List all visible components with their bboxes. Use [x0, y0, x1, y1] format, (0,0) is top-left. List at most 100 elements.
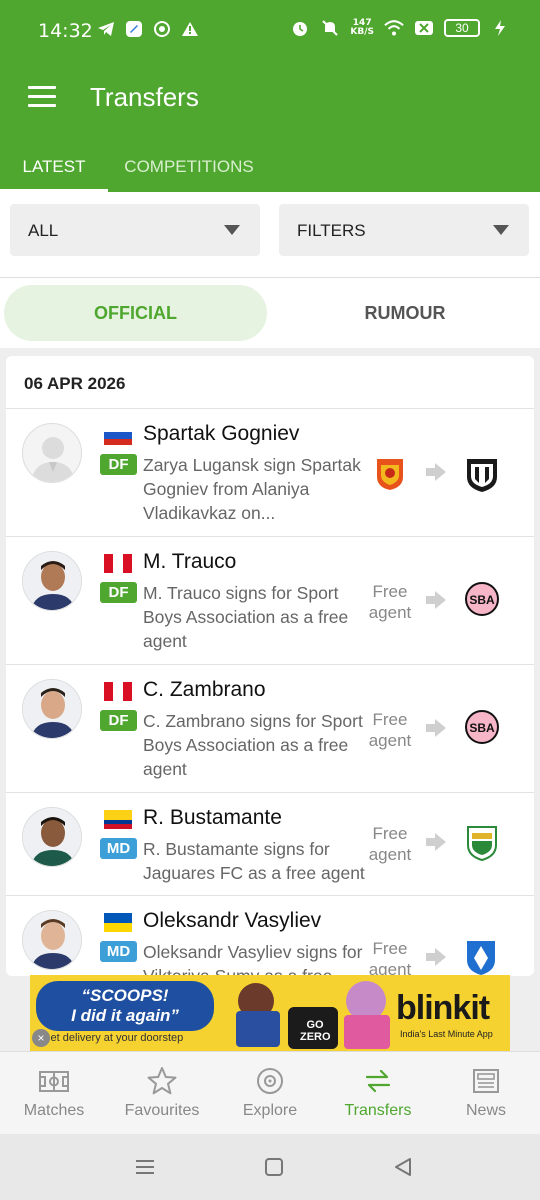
- battery-indicator: 30: [444, 19, 480, 37]
- newspaper-icon: [471, 1066, 501, 1096]
- recents-menu-icon[interactable]: [134, 1156, 156, 1178]
- nav-label: Matches: [23, 1102, 85, 1119]
- compass-icon: [255, 1066, 285, 1096]
- player-name: R. Bustamante: [143, 806, 282, 829]
- peru-flag-icon: [104, 554, 132, 573]
- transfer-row[interactable]: Spartak Gogniev DF Zarya Lugansk sign Sp…: [6, 408, 534, 536]
- app-header: 14:32 147 KB/S 30 Transfers LATEST COMPE…: [0, 0, 540, 192]
- star-icon: [147, 1066, 177, 1096]
- jaguares-fc-crest-icon: [464, 823, 504, 863]
- transfer-row[interactable]: R. Bustamante MD R. Bustamante signs for…: [6, 792, 534, 895]
- player-name: Oleksandr Vasyliev: [143, 909, 322, 932]
- scope-dropdown[interactable]: ALL: [10, 204, 260, 256]
- from-club-label: Free agent: [368, 710, 412, 750]
- svg-text:SBA: SBA: [469, 721, 495, 735]
- tab-bar: LATEST COMPETITIONS: [0, 142, 540, 192]
- nav-explore[interactable]: Explore: [216, 1052, 324, 1135]
- transfer-arrow-icon: [426, 718, 446, 738]
- nav-news[interactable]: News: [432, 1052, 540, 1135]
- from-club-label: Free agent: [368, 824, 412, 864]
- blinkit-tagline: India's Last Minute App: [400, 1029, 493, 1039]
- position-badge: DF: [100, 582, 137, 603]
- transfer-row[interactable]: Oleksandr Vasyliev MD Oleksandr Vasyliev…: [6, 895, 534, 976]
- back-icon[interactable]: [392, 1156, 414, 1178]
- rumour-toggle[interactable]: RUMOUR: [270, 285, 540, 341]
- transfer-arrow-icon: [426, 462, 446, 482]
- caret-down-icon: [224, 225, 240, 235]
- transfer-arrow-icon: [426, 947, 446, 967]
- peru-flag-icon: [104, 682, 132, 701]
- ad-subline: Get delivery at your doorstep: [42, 1032, 184, 1044]
- russia-flag-icon: [104, 426, 132, 445]
- transfer-arrow-icon: [426, 590, 446, 610]
- wifi-icon: [384, 18, 404, 38]
- ad-headline-line-1: “SCOOPS!: [81, 986, 169, 1005]
- filters-dropdown-label: FILTERS: [297, 221, 366, 240]
- ukraine-flag-icon: [104, 913, 132, 932]
- app-notification-icon: [124, 19, 144, 39]
- system-icons: 147 KB/S 30: [290, 18, 510, 38]
- transfer-description: M. Trauco signs for Sport Boys Associati…: [143, 583, 349, 651]
- transfer-type-toggle: OFFICIAL RUMOUR: [0, 278, 540, 348]
- filters-dropdown[interactable]: FILTERS: [279, 204, 529, 256]
- viktoriya-sumy-crest-icon: [464, 938, 504, 976]
- notification-icons: [96, 19, 200, 39]
- alaniya-vladikavkaz-crest-icon: [464, 455, 504, 495]
- telegram-icon: [96, 19, 116, 39]
- hamburger-menu-icon[interactable]: [28, 86, 56, 108]
- alarm-icon: [290, 18, 310, 38]
- app-bar: Transfers: [0, 62, 540, 136]
- nav-transfers[interactable]: Transfers: [324, 1052, 432, 1135]
- nav-favourites[interactable]: Favourites: [108, 1052, 216, 1135]
- transfer-description: R. Bustamante signs for Jaguares FC as a…: [143, 839, 365, 883]
- nav-label: Explore: [242, 1102, 298, 1119]
- ad-product-text: GO ZERO: [300, 1019, 331, 1043]
- ad-product-image: GO ZERO: [226, 979, 396, 1049]
- from-club-label: Free agent: [368, 582, 412, 622]
- charging-icon: [490, 18, 510, 38]
- caret-down-icon: [493, 225, 509, 235]
- transfer-row[interactable]: C. Zambrano DF C. Zambrano signs for Spo…: [6, 664, 534, 792]
- zarya-lugansk-crest-icon: [362, 457, 418, 491]
- tab-competitions[interactable]: COMPETITIONS: [108, 142, 270, 192]
- nav-label: Transfers: [344, 1102, 412, 1119]
- player-avatar: [22, 807, 82, 867]
- ad-info-icon[interactable]: ×: [32, 1029, 50, 1047]
- ad-banner[interactable]: “SCOOPS! I did it again” Get delivery at…: [30, 975, 510, 1051]
- system-navigation-bar: [0, 1134, 540, 1200]
- position-badge: DF: [100, 454, 137, 475]
- home-icon[interactable]: [263, 1156, 285, 1178]
- network-speed: 147 KB/S: [350, 19, 374, 37]
- from-club-label: Free agent: [368, 939, 412, 976]
- page-title: Transfers: [90, 82, 199, 112]
- position-badge: DF: [100, 710, 137, 731]
- chrome-icon: [152, 19, 172, 39]
- transfer-arrows-icon: [363, 1066, 393, 1096]
- warning-icon: [180, 19, 200, 39]
- colombia-flag-icon: [104, 810, 132, 829]
- transfer-arrow-icon: [426, 832, 446, 852]
- data-off-icon: [414, 18, 434, 38]
- player-avatar: [22, 679, 82, 739]
- transfer-row[interactable]: M. Trauco DF M. Trauco signs for Sport B…: [6, 536, 534, 664]
- mute-icon: [320, 18, 340, 38]
- official-toggle[interactable]: OFFICIAL: [4, 285, 267, 341]
- transfer-description: C. Zambrano signs for Sport Boys Associa…: [143, 711, 363, 779]
- player-name: Spartak Gogniev: [143, 422, 300, 445]
- transfer-list-card: 06 APR 2026 Spartak Gogniev DF Zarya Lug…: [6, 356, 534, 976]
- position-badge: MD: [100, 838, 137, 859]
- date-header: 06 APR 2026: [24, 374, 126, 393]
- transfer-description: Zarya Lugansk sign Spartak Gogniev from …: [143, 455, 361, 523]
- nav-matches[interactable]: Matches: [0, 1052, 108, 1135]
- sport-boys-crest-icon: SBA: [464, 709, 504, 749]
- pitch-icon: [39, 1066, 69, 1096]
- bottom-navigation: Matches Favourites Explore Transfers New…: [0, 1051, 540, 1134]
- player-avatar: [22, 551, 82, 611]
- player-avatar: [22, 910, 82, 970]
- player-name: M. Trauco: [143, 550, 237, 573]
- transfer-list: Spartak Gogniev DF Zarya Lugansk sign Sp…: [6, 408, 534, 976]
- tab-latest[interactable]: LATEST: [0, 142, 108, 192]
- sport-boys-crest-icon: SBA: [464, 581, 504, 621]
- transfer-description: Oleksandr Vasyliev signs for Viktoriya S…: [143, 942, 363, 976]
- ad-headline: “SCOOPS! I did it again”: [36, 981, 214, 1031]
